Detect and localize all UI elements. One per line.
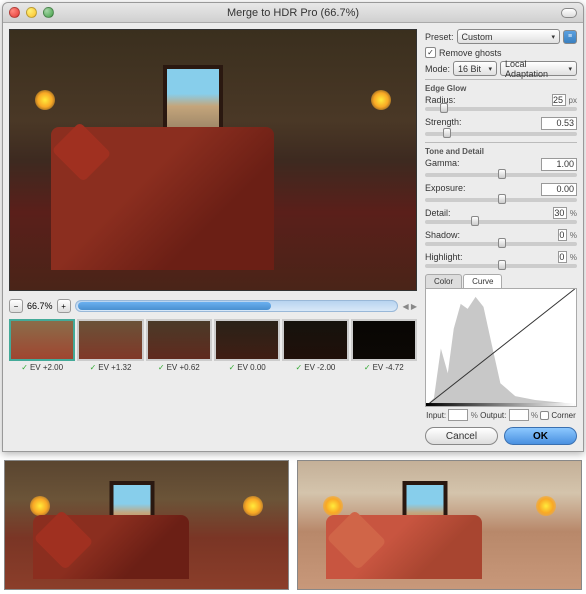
radius-input[interactable]: 25: [552, 94, 566, 106]
curve-output-value[interactable]: [509, 409, 529, 421]
result-image-after: [297, 460, 582, 590]
zoom-value: 66.7%: [27, 301, 53, 311]
corner-label: Corner: [551, 411, 575, 420]
exposure-thumb[interactable]: ✓EV +0.62: [146, 319, 212, 372]
method-select[interactable]: Local Adaptation▾: [500, 61, 577, 76]
check-icon: ✓: [21, 363, 28, 372]
check-icon: ✓: [229, 363, 236, 372]
thumb-label: EV +0.62: [167, 363, 200, 372]
exposure-input[interactable]: 0.00: [541, 183, 577, 196]
cancel-button[interactable]: Cancel: [425, 427, 498, 445]
highlight-label: Highlight:: [425, 252, 463, 262]
exposure-strip: ✓EV +2.00 ✓EV +1.32 ✓EV +0.62 ✓EV 0.00 ✓…: [9, 319, 417, 372]
detail-label: Detail:: [425, 208, 451, 218]
gamma-input[interactable]: 1.00: [541, 158, 577, 171]
exposure-thumb[interactable]: ✓EV 0.00: [214, 319, 280, 372]
check-icon: ✓: [364, 363, 371, 372]
shadow-input[interactable]: 0: [558, 229, 567, 241]
ok-button[interactable]: OK: [504, 427, 577, 445]
thumb-label: EV +2.00: [30, 363, 63, 372]
preset-label: Preset:: [425, 32, 454, 42]
thumb-label: EV -4.72: [373, 363, 404, 372]
remove-ghosts-checkbox[interactable]: ✓: [425, 47, 436, 58]
curve-input-label: Input:: [426, 411, 446, 420]
gamma-slider[interactable]: [425, 173, 577, 177]
curve-output-label: Output:: [480, 411, 506, 420]
titlebar[interactable]: Merge to HDR Pro (66.7%): [3, 3, 583, 23]
settings-panel: Preset: Custom▾ ≡ ✓ Remove ghosts Mode: …: [423, 23, 583, 451]
strength-input[interactable]: 0.53: [541, 117, 577, 130]
check-icon: ✓: [158, 363, 165, 372]
remove-ghosts-label: Remove ghosts: [439, 48, 502, 58]
radius-slider[interactable]: [425, 107, 577, 111]
mode-select[interactable]: 16 Bit▾: [453, 61, 497, 76]
exposure-thumb[interactable]: ✓EV +1.32: [77, 319, 143, 372]
preset-select[interactable]: Custom▾: [457, 29, 560, 44]
detail-slider[interactable]: [425, 220, 577, 224]
exposure-thumb[interactable]: ✓EV +2.00: [9, 319, 75, 372]
highlight-slider[interactable]: [425, 264, 577, 268]
check-icon: ✓: [90, 363, 97, 372]
thumb-label: EV -2.00: [304, 363, 335, 372]
preview-image[interactable]: [9, 29, 417, 291]
edge-glow-title: Edge Glow: [425, 84, 577, 93]
exposure-label: Exposure:: [425, 183, 466, 196]
preset-menu-button[interactable]: ≡: [563, 30, 577, 44]
corner-checkbox[interactable]: [540, 411, 549, 420]
gamma-label: Gamma:: [425, 158, 460, 171]
thumb-label: EV +1.32: [98, 363, 131, 372]
shadow-slider[interactable]: [425, 242, 577, 246]
window-title: Merge to HDR Pro (66.7%): [3, 7, 583, 19]
result-comparison: [4, 460, 582, 590]
mode-label: Mode:: [425, 64, 450, 74]
tone-detail-title: Tone and Detail: [425, 147, 577, 156]
scroll-bar[interactable]: [75, 300, 399, 312]
exposure-slider[interactable]: [425, 198, 577, 202]
result-image-before: [4, 460, 289, 590]
hdr-pro-window: Merge to HDR Pro (66.7%) − 66.7% + ◀ ▶ ✓…: [2, 2, 584, 452]
zoom-in-button[interactable]: +: [57, 299, 71, 313]
shadow-label: Shadow:: [425, 230, 460, 240]
thumb-label: EV 0.00: [237, 363, 265, 372]
detail-input[interactable]: 30: [553, 207, 567, 219]
check-icon: ✓: [296, 363, 303, 372]
curve-editor[interactable]: [425, 289, 577, 407]
zoom-out-button[interactable]: −: [9, 299, 23, 313]
tab-curve[interactable]: Curve: [463, 274, 502, 288]
exposure-thumb[interactable]: ✓EV -4.72: [351, 319, 417, 372]
curve-input-value[interactable]: [448, 409, 468, 421]
strength-slider[interactable]: [425, 132, 577, 136]
exposure-thumb[interactable]: ✓EV -2.00: [282, 319, 348, 372]
tab-color[interactable]: Color: [425, 274, 462, 288]
highlight-input[interactable]: 0: [558, 251, 567, 263]
